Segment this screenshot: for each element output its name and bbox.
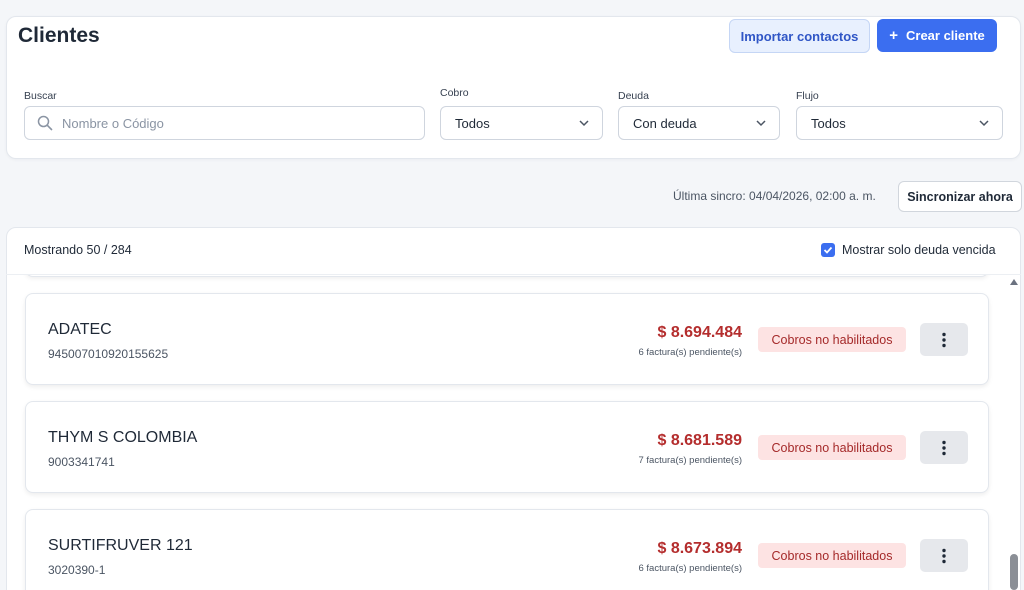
create-client-button[interactable]: + Crear cliente xyxy=(877,19,997,52)
overdue-only-toggle[interactable]: Mostrar solo deuda vencida xyxy=(821,243,996,257)
client-name: ADATEC xyxy=(48,321,112,338)
client-pending-invoices: 6 factura(s) pendiente(s) xyxy=(638,347,743,358)
list-item[interactable]: THYM S COLOMBIA 9003341741 $ 8.681.589 7… xyxy=(25,401,989,493)
client-name: THYM S COLOMBIA xyxy=(48,429,198,446)
deuda-label: Deuda xyxy=(618,90,649,102)
chevron-down-icon xyxy=(756,120,766,127)
kebab-menu-icon xyxy=(942,548,946,563)
client-code: 9003341741 xyxy=(48,455,115,469)
sync-now-button[interactable]: Sincronizar ahora xyxy=(898,181,1022,212)
cobro-select[interactable]: Todos xyxy=(440,106,603,140)
client-code: 945007010920155625 xyxy=(48,347,169,361)
search-field[interactable] xyxy=(24,106,425,140)
client-name: SURTIFRUVER 121 xyxy=(48,537,193,554)
flujo-label: Flujo xyxy=(796,90,819,102)
client-code: 3020390-1 xyxy=(48,563,106,577)
deuda-select[interactable]: Con deuda xyxy=(618,106,780,140)
list-item[interactable]: SURTIFRUVER 121 3020390-1 $ 8.673.894 6 … xyxy=(25,509,989,590)
status-badge: Cobros no habilitados xyxy=(758,435,906,460)
kebab-menu-icon xyxy=(942,332,946,347)
search-input[interactable] xyxy=(62,115,402,131)
client-pending-invoices: 6 factura(s) pendiente(s) xyxy=(638,563,743,574)
search-label: Buscar xyxy=(24,90,57,102)
more-options-button[interactable] xyxy=(920,539,968,572)
showing-count: Mostrando 50 / 284 xyxy=(24,243,132,257)
flujo-select-value: Todos xyxy=(811,115,846,131)
flujo-select[interactable]: Todos xyxy=(796,106,1003,140)
overdue-checkbox[interactable] xyxy=(821,243,835,257)
status-badge: Cobros no habilitados xyxy=(758,543,906,568)
page-title: Clientes xyxy=(18,24,100,47)
cobro-label: Cobro xyxy=(440,87,469,99)
client-debt-amount: $ 8.681.589 xyxy=(657,432,742,449)
more-options-button[interactable] xyxy=(920,431,968,464)
create-client-label: Crear cliente xyxy=(906,28,985,43)
more-options-button[interactable] xyxy=(920,323,968,356)
chevron-down-icon xyxy=(979,120,989,127)
import-contacts-button[interactable]: Importar contactos xyxy=(729,19,870,53)
cobro-select-value: Todos xyxy=(455,115,490,131)
scroll-up-arrow-icon[interactable] xyxy=(1010,278,1018,286)
search-icon xyxy=(37,115,53,131)
kebab-menu-icon xyxy=(942,440,946,455)
client-debt-amount: $ 8.694.484 xyxy=(657,324,742,341)
plus-icon: + xyxy=(889,27,898,44)
deuda-select-value: Con deuda xyxy=(633,115,697,131)
status-badge: Cobros no habilitados xyxy=(758,327,906,352)
client-pending-invoices: 7 factura(s) pendiente(s) xyxy=(638,455,743,466)
list-item[interactable] xyxy=(25,275,989,277)
last-sync-text: Última sincro: 04/04/2026, 02:00 a. m. xyxy=(673,189,876,203)
scrollbar-thumb[interactable] xyxy=(1010,554,1018,590)
list-item[interactable]: ADATEC 945007010920155625 $ 8.694.484 6 … xyxy=(25,293,989,385)
check-icon xyxy=(823,246,833,254)
overdue-label: Mostrar solo deuda vencida xyxy=(842,243,996,257)
chevron-down-icon xyxy=(579,120,589,127)
client-list[interactable]: ADATEC 945007010920155625 $ 8.694.484 6 … xyxy=(7,275,1007,590)
client-debt-amount: $ 8.673.894 xyxy=(657,540,742,557)
